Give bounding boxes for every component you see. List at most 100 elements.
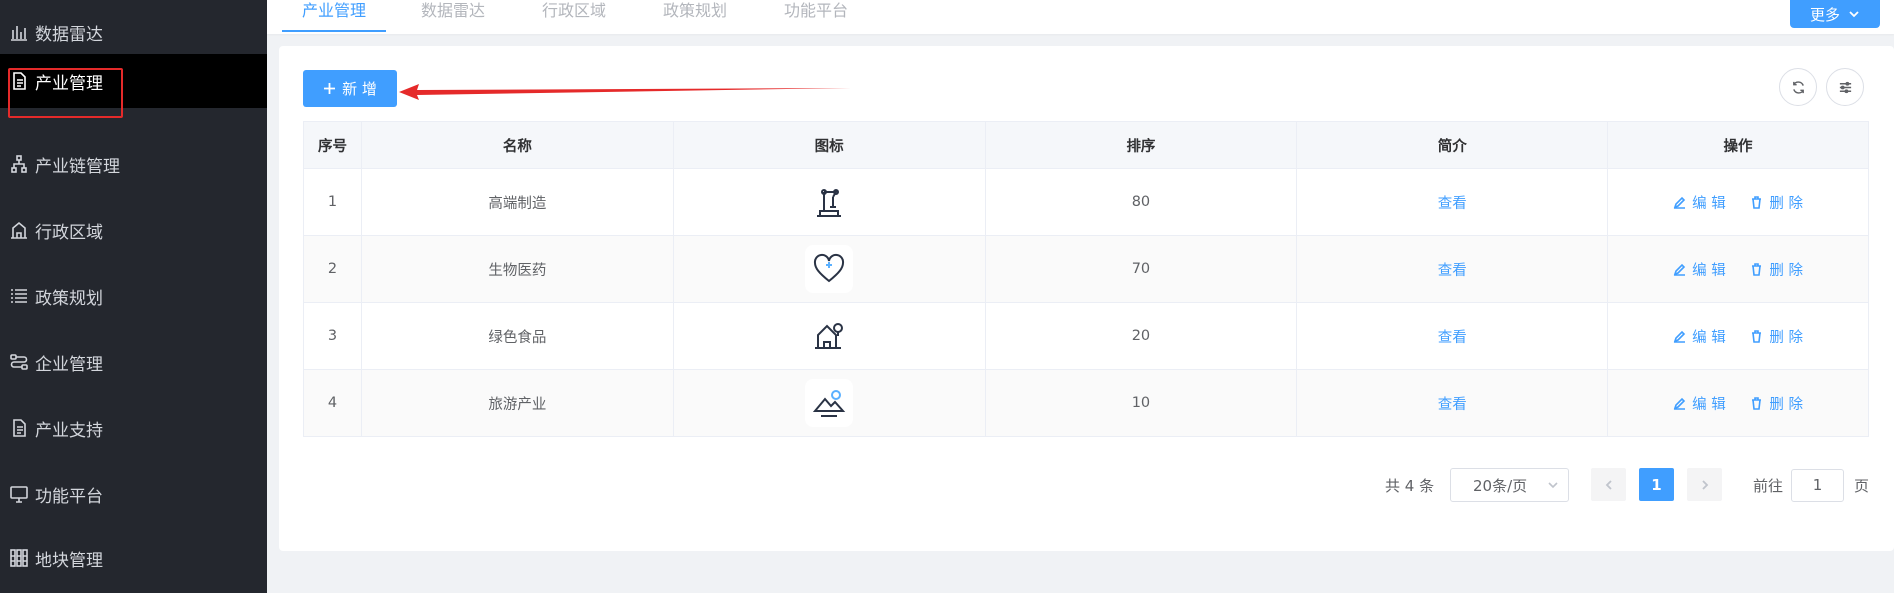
edit-icon: [1673, 397, 1686, 410]
edit-icon: [1673, 330, 1686, 343]
sidebar-item-label: 政策规划: [35, 288, 103, 309]
trash-icon: [1752, 396, 1762, 410]
table-row: 1 高端制造 80 查看 编 辑 删 除: [303, 168, 1869, 236]
table-row: 3 绿色食品 20 查看 编 辑 删 除: [303, 302, 1869, 370]
refresh-button[interactable]: [1779, 68, 1817, 106]
tab-admin-region[interactable]: 行政区域: [522, 0, 626, 32]
pagination-total: 共 4 条: [1385, 476, 1435, 495]
add-label: 新 增: [342, 80, 377, 98]
edit-button[interactable]: 编 辑: [1673, 326, 1726, 347]
next-page-button[interactable]: [1687, 468, 1722, 501]
cell-icon: [672, 235, 986, 303]
edit-icon: [1673, 196, 1686, 209]
page-size-value: 20条/页: [1473, 476, 1528, 495]
column-header-sort: 排序: [984, 121, 1298, 169]
sidebar-item-label: 地块管理: [35, 550, 103, 571]
blocks-icon: [8, 547, 30, 569]
red-arrow-annotation: [399, 84, 851, 100]
sidebar-item-industry-management[interactable]: 产业管理: [0, 54, 267, 108]
page-size-select[interactable]: 20条/页: [1450, 468, 1569, 502]
trash-icon: [1752, 329, 1762, 343]
view-intro-link[interactable]: 查看: [1438, 330, 1467, 346]
chevron-left-icon: [1605, 479, 1612, 490]
sidebar-item-admin-region[interactable]: 行政区域: [0, 198, 267, 262]
cell-name: 旅游产业: [360, 369, 674, 437]
page-number-current[interactable]: 1: [1639, 468, 1674, 501]
goto-suffix: 页: [1854, 476, 1870, 495]
document-icon: [8, 417, 30, 439]
goto-wrapper: [1791, 468, 1844, 502]
monitor-icon: [8, 483, 30, 505]
heart-medical-icon: [805, 245, 854, 293]
content-card: 新 增 序号 名称 图标 排序 简介 操作 1 高端制造 80 查看 编 辑 删…: [279, 46, 1894, 551]
route-icon: [8, 351, 30, 373]
sidebar-item-label: 企业管理: [35, 354, 103, 375]
bar-chart-icon: [8, 21, 30, 43]
prev-page-button[interactable]: [1591, 468, 1626, 501]
hierarchy-icon: [8, 153, 30, 175]
chevron-down-icon: [1548, 482, 1558, 489]
sidebar-item-policy[interactable]: 政策规划: [0, 264, 267, 328]
tab-industry-management[interactable]: 产业管理: [282, 0, 386, 32]
edit-icon: [1673, 263, 1686, 276]
cell-sort: 80: [984, 168, 1298, 236]
column-settings-button[interactable]: [1826, 68, 1864, 106]
industry-table: 序号 名称 图标 排序 简介 操作 1 高端制造 80 查看 编 辑 删 除 2…: [303, 121, 1869, 437]
goto-page-input[interactable]: [1791, 468, 1844, 502]
sidebar-item-label: 功能平台: [35, 486, 103, 507]
plus-icon: [324, 83, 336, 94]
tab-data-radar[interactable]: 数据雷达: [401, 0, 505, 32]
cell-name: 高端制造: [360, 168, 674, 236]
edit-button[interactable]: 编 辑: [1673, 259, 1726, 280]
sidebar-item-function-platform[interactable]: 功能平台: [0, 462, 267, 526]
trash-icon: [1752, 195, 1762, 209]
table-row: 2 生物医药 70 查看 编 辑 删 除: [303, 235, 1869, 303]
cell-index: 1: [303, 168, 362, 236]
green-house-icon: [805, 312, 854, 360]
view-intro-link[interactable]: 查看: [1438, 196, 1467, 212]
more-button[interactable]: 更多: [1790, 0, 1880, 28]
column-header-actions: 操作: [1607, 121, 1869, 169]
building-icon: [8, 219, 30, 241]
sidebar-item-label: 产业管理: [35, 73, 103, 94]
add-button[interactable]: 新 增: [303, 70, 397, 107]
edit-button[interactable]: 编 辑: [1673, 393, 1726, 414]
sidebar-item-label: 产业支持: [35, 420, 103, 441]
goto-prefix: 前往: [1753, 476, 1784, 495]
sidebar-item-industry-support[interactable]: 产业支持: [0, 396, 267, 460]
sliders-icon: [1839, 81, 1851, 93]
column-header-index: 序号: [303, 121, 362, 169]
cell-name: 绿色食品: [360, 302, 674, 370]
view-intro-link[interactable]: 查看: [1438, 397, 1467, 413]
cell-sort: 10: [984, 369, 1298, 437]
cell-sort: 20: [984, 302, 1298, 370]
sidebar-item-land-block[interactable]: 地块管理: [0, 526, 267, 590]
document-icon: [8, 70, 30, 92]
trash-icon: [1752, 262, 1762, 276]
sidebar-item-label: 行政区域: [35, 222, 103, 243]
delete-button[interactable]: 删 除: [1750, 259, 1803, 280]
cell-icon: [672, 369, 986, 437]
column-header-name: 名称: [360, 121, 674, 169]
view-intro-link[interactable]: 查看: [1438, 263, 1467, 279]
sidebar-item-label: 产业链管理: [35, 156, 120, 177]
cell-name: 生物医药: [360, 235, 674, 303]
delete-button[interactable]: 删 除: [1750, 326, 1803, 347]
cell-index: 2: [303, 235, 362, 303]
column-header-intro: 简介: [1296, 121, 1609, 169]
delete-button[interactable]: 删 除: [1750, 192, 1803, 213]
tab-bar: 产业管理 数据雷达 行政区域 政策规划 功能平台 更多: [267, 0, 1894, 34]
sidebar: 数据雷达 产业管理 产业链管理 行政区域 政策规划 企业管理 产业支持 功能平台…: [0, 0, 267, 593]
cell-icon: [672, 168, 986, 236]
sidebar-item-enterprise[interactable]: 企业管理: [0, 330, 267, 394]
list-icon: [8, 285, 30, 307]
table-header-row: 序号 名称 图标 排序 简介 操作: [303, 121, 1869, 169]
tab-policy[interactable]: 政策规划: [643, 0, 747, 32]
edit-button[interactable]: 编 辑: [1673, 192, 1726, 213]
delete-button[interactable]: 删 除: [1750, 393, 1803, 414]
table-row: 4 旅游产业 10 查看 编 辑 删 除: [303, 369, 1869, 437]
sidebar-item-industry-chain[interactable]: 产业链管理: [0, 132, 267, 196]
tab-function-platform[interactable]: 功能平台: [764, 0, 868, 32]
column-header-icon: 图标: [672, 121, 986, 169]
chevron-down-icon: [1849, 11, 1859, 18]
